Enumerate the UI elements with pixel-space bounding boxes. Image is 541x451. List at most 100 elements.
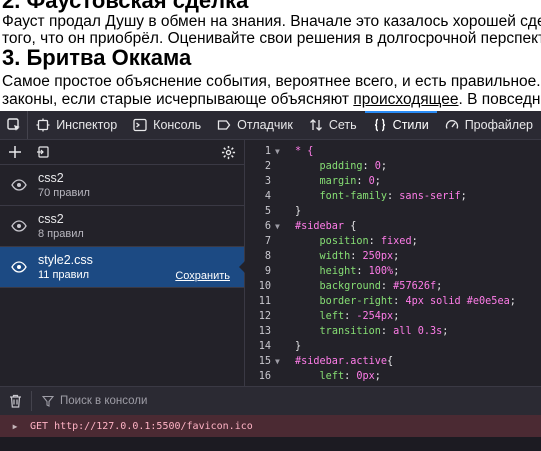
line-number: 1	[264, 146, 271, 157]
code-line: 7 position: fixed;	[245, 234, 541, 249]
element-picker-icon	[6, 118, 20, 131]
stylesheet-rule-count: 8 правил	[38, 227, 84, 240]
tab-profiler[interactable]: Профайлер	[437, 111, 541, 139]
tab-console[interactable]: Консоль	[125, 111, 209, 139]
trash-icon	[10, 394, 21, 408]
console-input-area[interactable]	[0, 437, 541, 451]
line-number: 15	[258, 356, 271, 367]
closing-brace: }	[295, 206, 302, 217]
tab-inspector[interactable]: Инспектор	[28, 111, 125, 139]
line-number: 13	[258, 326, 271, 337]
css-property: left	[319, 371, 345, 382]
text: законы, если старые исчерпывающе объясня…	[2, 91, 354, 108]
fold-arrow-icon[interactable]: ▼	[275, 219, 280, 234]
code-line: 6 ▼ #sidebar {	[245, 219, 541, 234]
console-filter-input[interactable]: Поиск в консоли	[32, 395, 147, 407]
eye-icon	[11, 179, 27, 191]
stylesheet-rule-count: 70 правил	[38, 186, 90, 199]
toggle-visibility-button[interactable]	[0, 220, 38, 232]
line-number: 12	[258, 311, 271, 322]
css-value: 250px	[362, 251, 394, 262]
code-line: 16 left: 0px;	[245, 369, 541, 384]
save-link[interactable]: Сохранить	[175, 270, 230, 282]
css-property: height	[319, 266, 357, 277]
stylesheet-name: css2	[38, 211, 64, 226]
code-line: 11 border-right: 4px solid #e0e5ea;	[245, 294, 541, 309]
line-number: 9	[264, 266, 271, 277]
clear-console-button[interactable]	[0, 391, 32, 411]
code-line: 15 ▼ #sidebar.active{	[245, 354, 541, 369]
devtools-toolbar: Инспектор Консоль Отладчик Сеть Стили Пр…	[0, 111, 541, 140]
css-value: all 0.3s	[393, 326, 443, 337]
line-number: 2	[264, 161, 271, 172]
fold-arrow-icon[interactable]: ▼	[275, 144, 280, 159]
line-number: 16	[258, 371, 271, 382]
css-value: -254px	[356, 311, 394, 322]
import-stylesheet-icon[interactable]	[36, 145, 50, 159]
fold-arrow-icon[interactable]: ▼	[275, 354, 280, 369]
css-property: padding	[319, 161, 363, 172]
paragraph-line: законы, если старые исчерпывающе объясня…	[2, 90, 541, 109]
css-property: left	[319, 311, 345, 322]
paragraph-line: Самое простое объяснение события, вероят…	[2, 73, 541, 90]
line-number: 14	[258, 341, 271, 352]
inspector-icon	[36, 118, 50, 132]
console-message: GET http://127.0.0.1:5500/favicon.ico	[30, 420, 253, 432]
code-line: 14}	[245, 339, 541, 354]
code-line: 4 font-family: sans-serif;	[245, 189, 541, 204]
tab-style-editor[interactable]: Стили	[364, 111, 437, 139]
toggle-visibility-button[interactable]	[0, 261, 38, 273]
tab-label: Консоль	[153, 118, 202, 132]
css-value: 4px solid #e0e5ea	[405, 296, 510, 307]
css-value: fixed	[380, 236, 412, 247]
closing-brace: }	[295, 341, 302, 352]
tab-network[interactable]: Сеть	[301, 111, 365, 139]
eye-icon	[11, 220, 27, 232]
css-property: margin	[319, 176, 357, 187]
css-property: transition	[319, 326, 381, 337]
stylesheet-item[interactable]: css2 8 правил	[0, 206, 244, 247]
css-property: font-family	[319, 191, 388, 202]
code-line: 5}	[245, 204, 541, 219]
console-icon	[133, 118, 147, 132]
console-error-line[interactable]: ▶ GET http://127.0.0.1:5500/favicon.ico	[0, 415, 541, 437]
code-line: 10 background: #57626f;	[245, 279, 541, 294]
add-stylesheet-icon[interactable]	[8, 145, 22, 159]
tab-label: Профайлер	[464, 118, 533, 132]
code-line: 9 height: 100%;	[245, 264, 541, 279]
text: . В повседневной жизни	[458, 91, 541, 108]
code-editor[interactable]: 1 ▼ * { 2 padding: 0; 3 margin: 0; 4 font-…	[245, 140, 541, 386]
page-content: 2. Фаустовская сделка Фауст продал Душу …	[0, 0, 541, 111]
section-heading: 3. Бритва Оккама	[2, 45, 192, 70]
code-line: 12 left: -254px;	[245, 309, 541, 324]
tab-label: Инспектор	[56, 118, 118, 132]
code-line: 3 margin: 0;	[245, 174, 541, 189]
code-line: 2 padding: 0;	[245, 159, 541, 174]
gear-icon[interactable]	[221, 145, 236, 160]
underlined-text: происходящее	[353, 91, 459, 108]
code-line: 13 transition: all 0.3s;	[245, 324, 541, 339]
line-number: 10	[258, 281, 271, 292]
code-line: 1 ▼ * {	[245, 144, 541, 159]
css-selector: #sidebar.active	[295, 356, 388, 367]
css-value: #57626f	[393, 281, 437, 292]
toggle-visibility-button[interactable]	[0, 179, 38, 191]
tab-label: Сеть	[328, 118, 357, 132]
console-toolbar: Поиск в консоли	[0, 386, 541, 415]
css-property: width	[319, 251, 351, 262]
expand-arrow-icon[interactable]: ▶	[0, 422, 30, 431]
tab-debugger[interactable]: Отладчик	[209, 111, 301, 139]
eye-icon	[11, 261, 27, 273]
tab-label: Стили	[392, 118, 429, 132]
element-picker-button[interactable]	[0, 111, 29, 139]
css-value: sans-serif	[399, 191, 461, 202]
stylesheet-rule-count: 11 правил	[38, 268, 90, 281]
stylesheet-item[interactable]: css2 70 правил	[0, 165, 244, 206]
stylesheet-item-selected[interactable]: style2.css 11 правил Сохранить	[0, 247, 245, 288]
profiler-icon	[445, 120, 458, 129]
css-property: border-right	[319, 296, 394, 307]
line-number: 7	[264, 236, 271, 247]
line-number: 5	[264, 206, 271, 217]
line-number: 8	[264, 251, 271, 262]
debugger-icon	[218, 120, 231, 130]
